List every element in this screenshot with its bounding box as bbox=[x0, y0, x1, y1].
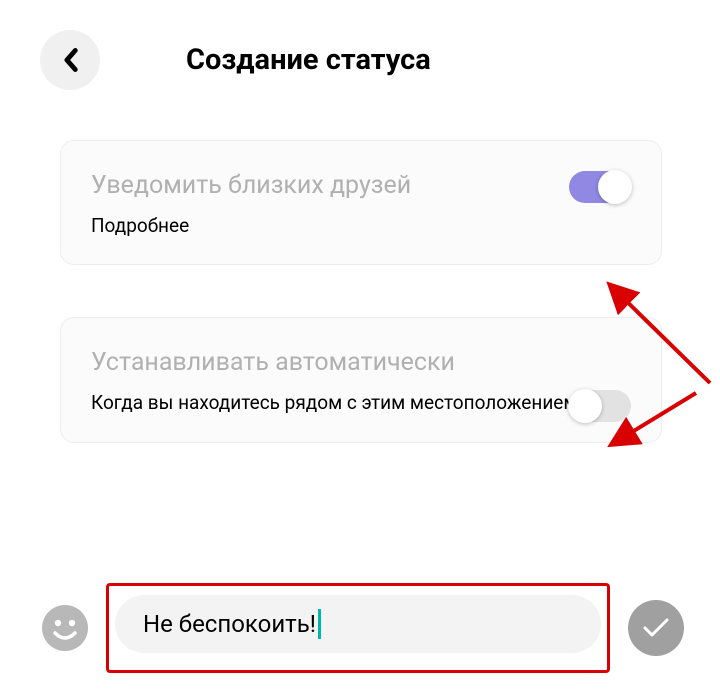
toggle-notify-friends[interactable] bbox=[569, 171, 631, 203]
header: Создание статуса bbox=[0, 0, 720, 110]
submit-button[interactable] bbox=[628, 600, 684, 656]
card-notify-sub[interactable]: Подробнее bbox=[91, 213, 631, 239]
emoji-button[interactable] bbox=[42, 605, 88, 651]
card-auto-sub: Когда вы находитесь рядом с этим местопо… bbox=[91, 390, 631, 416]
chevron-left-icon bbox=[63, 48, 78, 72]
input-row: Не беспокоить! bbox=[42, 583, 684, 673]
smile-icon bbox=[42, 605, 88, 651]
status-text-input[interactable]: Не беспокоить! bbox=[115, 595, 601, 653]
toggle-knob bbox=[568, 389, 602, 423]
page-title: Создание статуса bbox=[186, 43, 431, 77]
card-auto-set: Устанавливать автоматически Когда вы нах… bbox=[60, 317, 662, 442]
input-highlight-box: Не беспокоить! bbox=[106, 583, 610, 673]
toggle-knob bbox=[598, 170, 632, 204]
card-notify-friends: Уведомить близких друзей Подробнее bbox=[60, 140, 662, 265]
toggle-auto-set[interactable] bbox=[569, 390, 631, 422]
card-notify-title: Уведомить близких друзей bbox=[91, 169, 471, 203]
check-icon bbox=[642, 617, 670, 639]
card-auto-title: Устанавливать автоматически bbox=[91, 346, 471, 380]
status-text-value: Не беспокоить! bbox=[143, 610, 316, 638]
back-button[interactable] bbox=[40, 30, 100, 90]
text-cursor bbox=[318, 609, 321, 639]
